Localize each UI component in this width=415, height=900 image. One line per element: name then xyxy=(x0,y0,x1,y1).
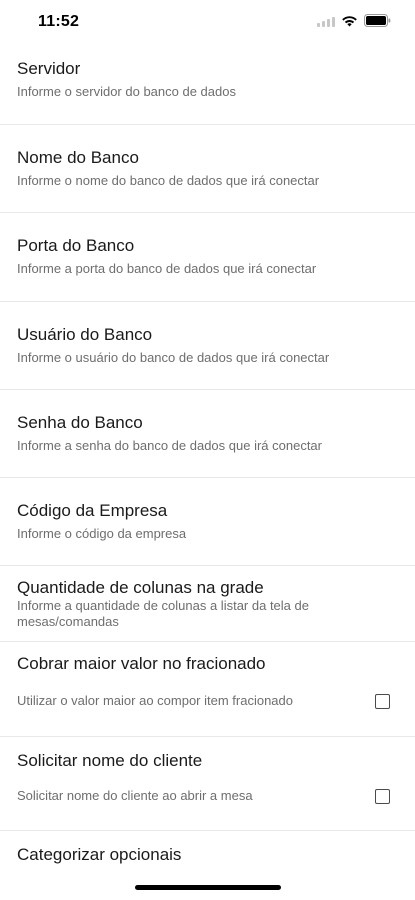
setting-title: Solicitar nome do cliente xyxy=(17,751,203,770)
setting-subtitle: Informe a senha do banco de dados que ir… xyxy=(17,438,322,453)
setting-subtitle: Utilizar o valor maior ao compor item fr… xyxy=(17,693,293,708)
setting-solicitar-nome-cliente[interactable]: Solicitar nome do cliente Solicitar nome… xyxy=(0,737,415,831)
status-icons xyxy=(317,14,391,27)
setting-subtitle: Informe a quantidade de colunas a listar… xyxy=(17,598,309,629)
setting-senha-banco[interactable]: Senha do Banco Informe a senha do banco … xyxy=(0,390,415,478)
setting-cobrar-maior-valor[interactable]: Cobrar maior valor no fracionado Utiliza… xyxy=(0,642,415,737)
setting-title: Quantidade de colunas na grade xyxy=(17,578,264,597)
status-bar: 11:52 xyxy=(0,0,415,44)
settings-list: Servidor Informe o servidor do banco de … xyxy=(0,44,415,891)
setting-title: Porta do Banco xyxy=(17,236,135,255)
wifi-icon xyxy=(341,15,358,27)
home-indicator xyxy=(135,885,281,890)
setting-quantidade-colunas[interactable]: Quantidade de colunas na grade Informe a… xyxy=(0,566,415,642)
setting-subtitle: Informe a porta do banco de dados que ir… xyxy=(17,261,317,276)
setting-title: Cobrar maior valor no fracionado xyxy=(17,654,266,673)
setting-usuario-banco[interactable]: Usuário do Banco Informe o usuário do ba… xyxy=(0,302,415,390)
setting-nome-banco[interactable]: Nome do Banco Informe o nome do banco de… xyxy=(0,125,415,213)
cobrar-maior-valor-checkbox[interactable] xyxy=(375,694,390,709)
setting-subtitle: Solicitar nome do cliente ao abrir a mes… xyxy=(17,788,253,803)
setting-servidor[interactable]: Servidor Informe o servidor do banco de … xyxy=(0,44,415,125)
setting-title: Código da Empresa xyxy=(17,501,168,520)
setting-title: Servidor xyxy=(17,59,81,78)
setting-title: Categorizar opcionais xyxy=(17,845,182,864)
setting-subtitle: Informe o código da empresa xyxy=(17,526,187,541)
setting-categorizar-opcionais[interactable]: Categorizar opcionais xyxy=(0,831,415,891)
setting-subtitle: Informe o usuário do banco de dados que … xyxy=(17,350,330,365)
status-time: 11:52 xyxy=(38,13,80,30)
setting-subtitle: Informe o servidor do banco de dados xyxy=(17,84,236,99)
setting-subtitle: Informe o nome do banco de dados que irá… xyxy=(17,173,320,188)
solicitar-nome-cliente-checkbox[interactable] xyxy=(375,789,390,804)
setting-title: Nome do Banco xyxy=(17,148,139,167)
setting-codigo-empresa[interactable]: Código da Empresa Informe o código da em… xyxy=(0,478,415,566)
setting-porta-banco[interactable]: Porta do Banco Informe a porta do banco … xyxy=(0,213,415,302)
setting-title: Usuário do Banco xyxy=(17,325,153,344)
signal-icon xyxy=(317,15,335,27)
battery-icon xyxy=(364,14,391,27)
setting-title: Senha do Banco xyxy=(17,413,143,432)
